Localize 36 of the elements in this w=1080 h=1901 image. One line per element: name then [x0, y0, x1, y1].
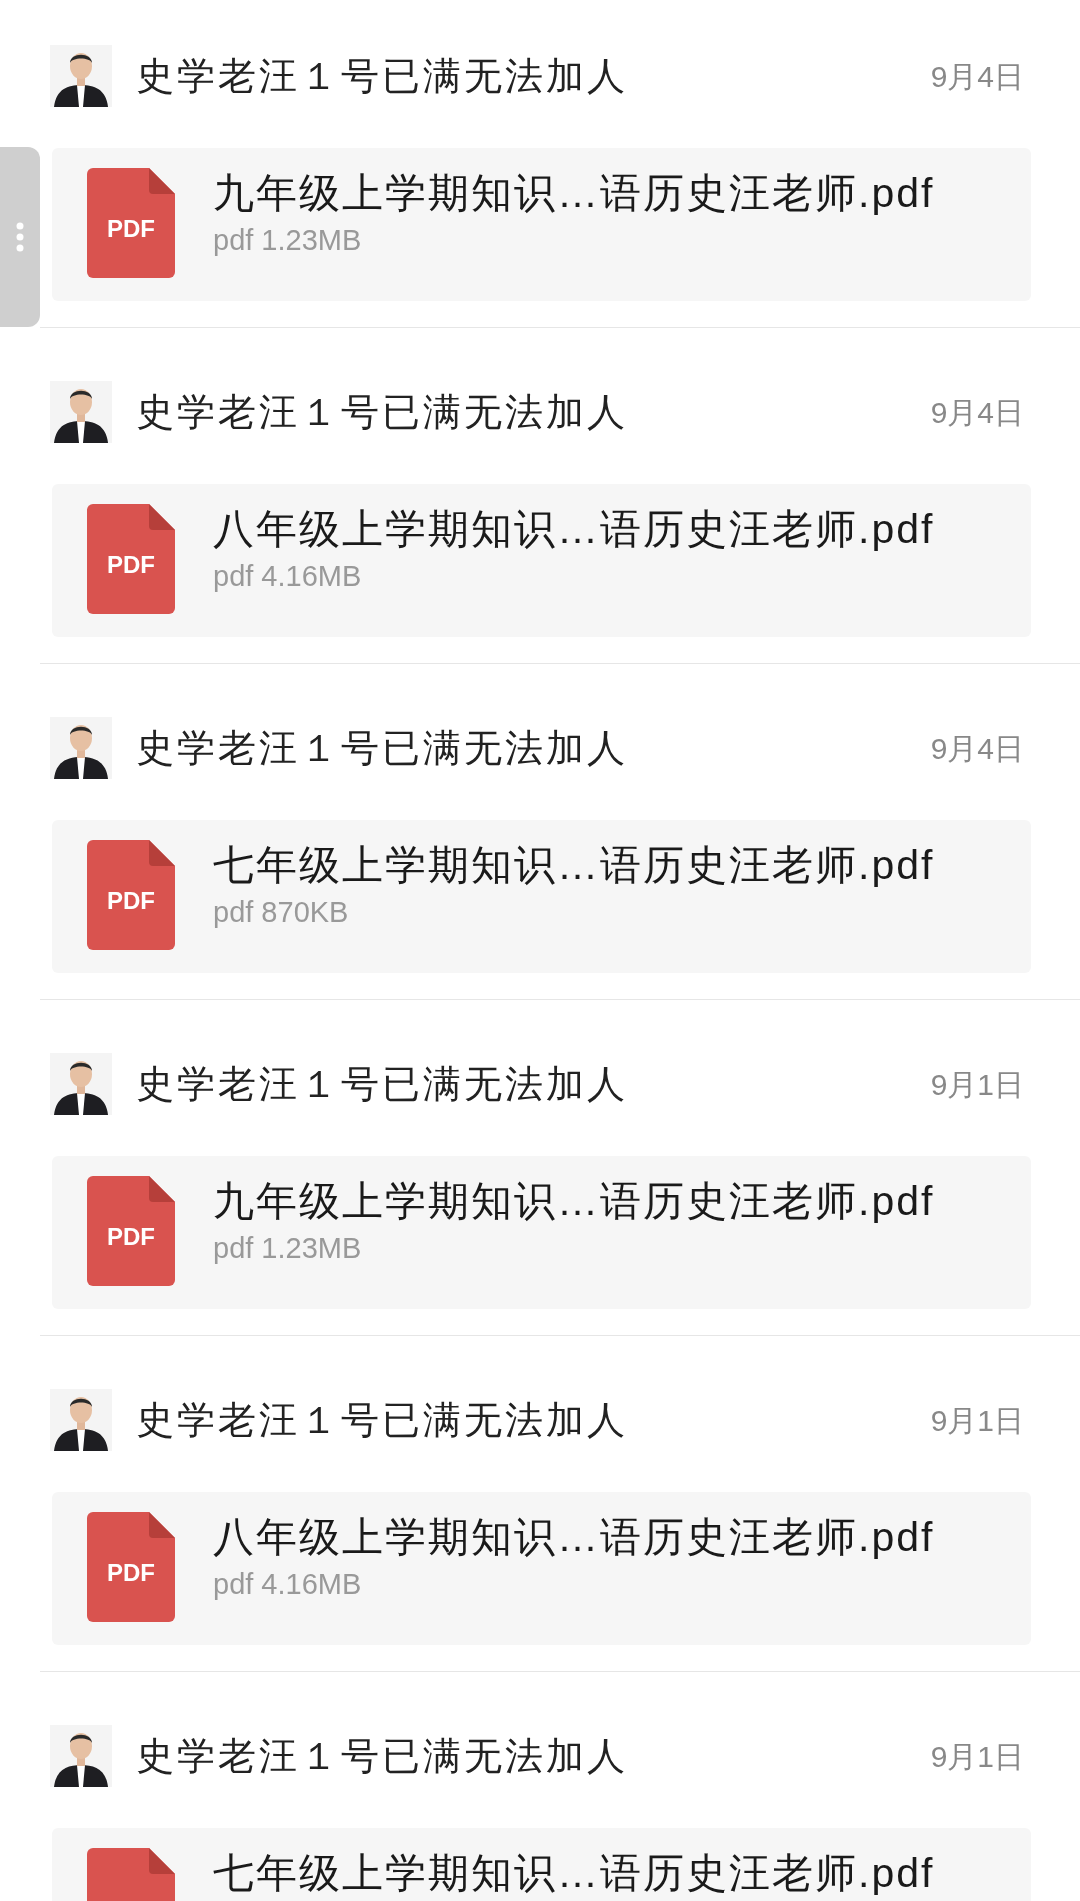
sender-name: 史学老汪１号已满无法加人 [136, 389, 628, 435]
file-name: 八年级上学期知识…语历史汪老师.pdf [213, 505, 935, 554]
message-date: 9月4日 [930, 58, 1024, 95]
file-name: 七年级上学期知识…语历史汪老师.pdf [213, 1849, 935, 1898]
sender-name: 史学老汪１号已满无法加人 [136, 1061, 628, 1107]
file-name: 八年级上学期知识…语历史汪老师.pdf [213, 1513, 935, 1562]
file-card[interactable]: PDF 七年级上学期知识…语历史汪老师.pdf pdf 870KB [52, 820, 1031, 973]
file-size: pdf 870KB [213, 895, 350, 930]
file-size: pdf 1.23MB [213, 1231, 363, 1266]
sender-name: 史学老汪１号已满无法加人 [136, 725, 628, 771]
pdf-file-icon: PDF [87, 1512, 175, 1622]
file-name: 七年级上学期知识…语历史汪老师.pdf [213, 841, 935, 890]
file-name: 九年级上学期知识…语历史汪老师.pdf [213, 1177, 935, 1226]
sender-name: 史学老汪１号已满无法加人 [136, 1397, 628, 1443]
file-size: pdf 4.16MB [213, 559, 363, 594]
message-date: 9月4日 [930, 394, 1024, 431]
message-date: 9月1日 [930, 1738, 1024, 1775]
more-icon [16, 222, 24, 252]
pdf-file-icon: PDF [87, 168, 175, 278]
pdf-file-icon: PDF [87, 840, 175, 950]
file-size: pdf 1.23MB [213, 223, 363, 258]
file-size: pdf 4.16MB [213, 1567, 363, 1602]
sender-name: 史学老汪１号已满无法加人 [136, 1733, 628, 1779]
message-date: 9月1日 [930, 1066, 1024, 1103]
file-card[interactable]: 七年级上学期知识…语历史汪老师.pdf [52, 1828, 1031, 1901]
message-date: 9月4日 [930, 730, 1024, 767]
sender-name: 史学老汪１号已满无法加人 [136, 53, 628, 99]
message-date: 9月1日 [930, 1402, 1024, 1439]
pdf-file-icon: PDF [87, 504, 175, 614]
file-card[interactable]: PDF 九年级上学期知识…语历史汪老师.pdf pdf 1.23MB [52, 1156, 1031, 1309]
file-name: 九年级上学期知识…语历史汪老师.pdf [213, 169, 935, 218]
pdf-file-icon: PDF [87, 1176, 175, 1286]
file-card[interactable]: PDF 九年级上学期知识…语历史汪老师.pdf pdf 1.23MB [52, 148, 1031, 301]
file-card[interactable]: PDF 八年级上学期知识…语历史汪老师.pdf pdf 4.16MB [52, 484, 1031, 637]
file-card[interactable]: PDF 八年级上学期知识…语历史汪老师.pdf pdf 4.16MB [52, 1492, 1031, 1645]
side-handle[interactable] [0, 147, 40, 327]
